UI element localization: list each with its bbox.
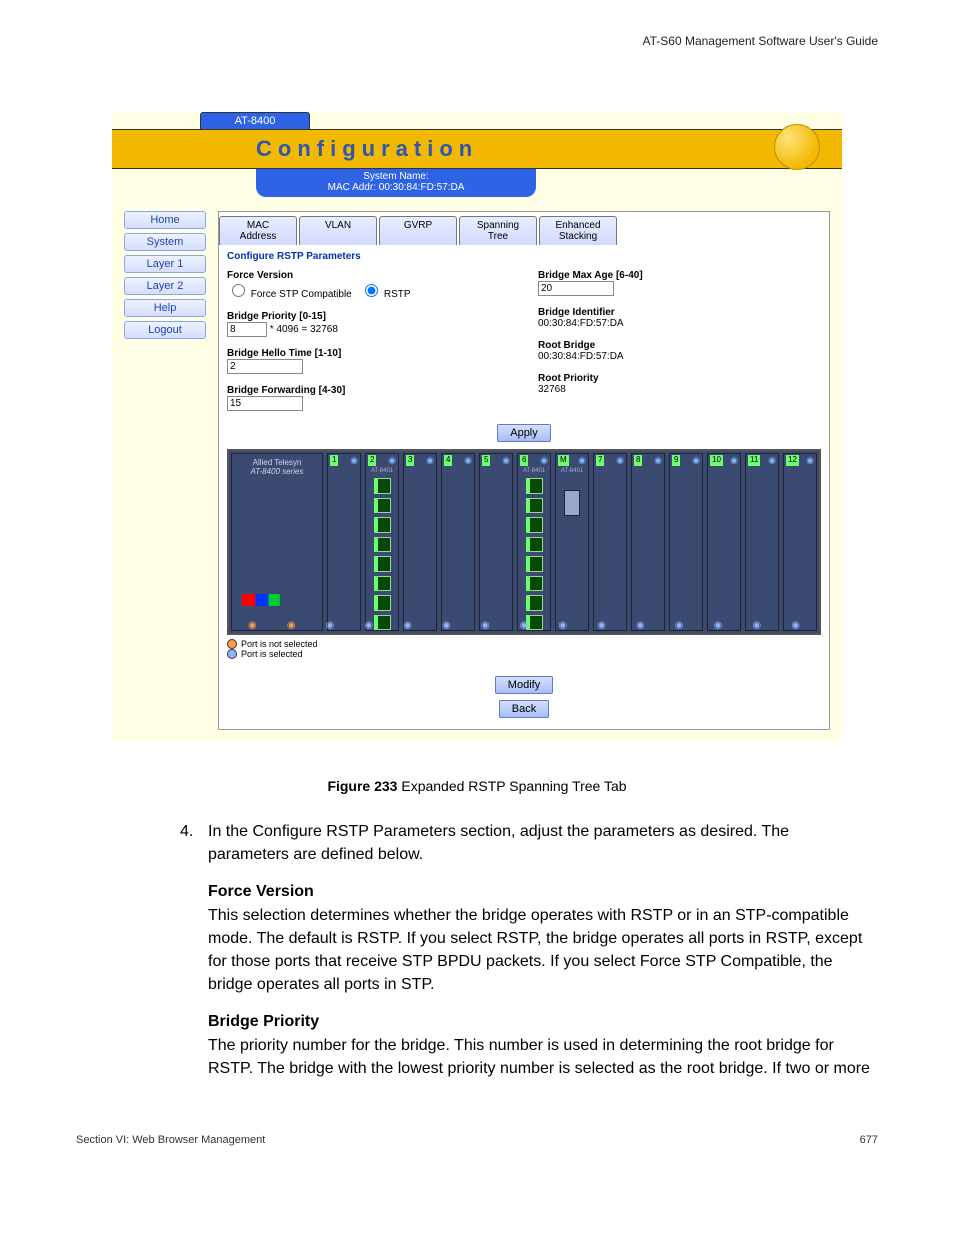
- hello-time-label: Bridge Hello Time [1-10]: [227, 348, 341, 359]
- tab-mac[interactable]: MAC Address: [219, 216, 297, 245]
- nav-layer1[interactable]: Layer 1: [124, 255, 206, 273]
- modify-button[interactable]: Modify: [495, 676, 553, 694]
- chassis-slot-9[interactable]: 8◉: [631, 453, 665, 631]
- chassis-slot-11[interactable]: 10◉: [707, 453, 741, 631]
- tab-stacking[interactable]: Enhanced Stacking: [539, 216, 617, 245]
- chassis-slot-8[interactable]: 7◉: [593, 453, 627, 631]
- chassis-slot-6[interactable]: 6◉ AT-8401: [517, 453, 551, 631]
- step-text: In the Configure RSTP Parameters section…: [208, 820, 870, 866]
- chassis-slot-12[interactable]: 11◉: [745, 453, 779, 631]
- tab-vlan[interactable]: VLAN: [299, 216, 377, 245]
- chassis-footer-leds: ◉◉◉◉ ◉◉◉◉ ◉◉◉◉ ◉◉◉: [229, 620, 819, 631]
- nav-home[interactable]: Home: [124, 211, 206, 229]
- nav-system[interactable]: System: [124, 233, 206, 251]
- footer-section: Section VI: Web Browser Management: [76, 1134, 265, 1146]
- hello-time-input[interactable]: [227, 359, 303, 374]
- max-age-input[interactable]: [538, 281, 614, 296]
- right-column: Bridge Max Age [6-40] Bridge Identifier …: [538, 270, 821, 411]
- back-button[interactable]: Back: [499, 700, 549, 718]
- footer-page: 677: [860, 1134, 878, 1146]
- root-bridge-label: Root Bridge: [538, 340, 595, 351]
- content-panel: MAC Address VLAN GVRP Spanning Tree Enha…: [218, 211, 830, 730]
- left-column: Force Version Force STP Compatible RSTP …: [227, 270, 510, 411]
- chassis-slot-1[interactable]: 1◉: [327, 453, 361, 631]
- chassis-diagram: Allied Telesyn AT-8400 series 1◉ 2◉ AT-8…: [227, 449, 821, 635]
- chassis-slot-13[interactable]: 12◉: [783, 453, 817, 631]
- force-version-label: Force Version: [227, 270, 293, 281]
- force-stp-radio[interactable]: Force STP Compatible: [227, 289, 355, 300]
- bridge-identifier-label: Bridge Identifier: [538, 307, 615, 318]
- section-title: Configure RSTP Parameters: [219, 245, 829, 270]
- force-version-text: This selection determines whether the br…: [208, 904, 870, 997]
- max-age-label: Bridge Max Age [6-40]: [538, 270, 643, 281]
- tab-gvrp[interactable]: GVRP: [379, 216, 457, 245]
- port-legend: Port is not selected Port is selected: [219, 635, 829, 663]
- config-title: Configuration: [256, 136, 478, 162]
- nav-layer2[interactable]: Layer 2: [124, 277, 206, 295]
- side-nav: Home System Layer 1 Layer 2 Help Logout: [124, 211, 206, 343]
- tab-row: MAC Address VLAN GVRP Spanning Tree Enha…: [219, 216, 829, 245]
- chassis-slot-3[interactable]: 3◉: [403, 453, 437, 631]
- bridge-forwarding-label: Bridge Forwarding [4-30]: [227, 385, 345, 396]
- system-name-bar: System Name: MAC Addr: 00:30:84:FD:57:DA: [256, 169, 536, 197]
- legend-dot-unselected-icon: [227, 639, 237, 649]
- force-version-heading: Force Version: [208, 880, 870, 903]
- bridge-priority-input[interactable]: [227, 322, 267, 337]
- config-screenshot: AT-8400 Configuration System Name: MAC A…: [112, 112, 842, 742]
- rstp-radio[interactable]: RSTP: [360, 289, 410, 300]
- root-bridge-value: 00:30:84:FD:57:DA: [538, 351, 624, 362]
- nav-help[interactable]: Help: [124, 299, 206, 317]
- config-title-bar: Configuration: [112, 129, 842, 169]
- priority-suffix: * 4096 = 32768: [270, 324, 338, 335]
- chassis-slot-4[interactable]: 4◉: [441, 453, 475, 631]
- root-priority-label: Root Priority: [538, 373, 599, 384]
- bridge-forwarding-input[interactable]: [227, 396, 303, 411]
- chassis-label-slot: Allied Telesyn AT-8400 series: [231, 453, 323, 631]
- figure-caption: Figure 233 Expanded RSTP Spanning Tree T…: [76, 778, 878, 794]
- chassis-slot-5[interactable]: 5◉: [479, 453, 513, 631]
- gear-icon: [774, 124, 820, 170]
- nav-logout[interactable]: Logout: [124, 321, 206, 339]
- chassis-slot-10[interactable]: 9◉: [669, 453, 703, 631]
- chassis-slot-7[interactable]: M◉ AT-8401: [555, 453, 589, 631]
- brand-logo-icon: [242, 594, 280, 606]
- legend-dot-selected-icon: [227, 649, 237, 659]
- tab-spanning[interactable]: Spanning Tree: [459, 216, 537, 245]
- step-number: 4.: [180, 820, 208, 1080]
- root-priority-value: 32768: [538, 384, 566, 395]
- chassis-slot-2[interactable]: 2◉ AT-8401: [365, 453, 399, 631]
- bridge-priority-heading: Bridge Priority: [208, 1010, 870, 1033]
- bridge-priority-text: The priority number for the bridge. This…: [208, 1034, 870, 1080]
- page-header: AT-S60 Management Software User's Guide: [76, 34, 878, 48]
- apply-button[interactable]: Apply: [497, 424, 551, 442]
- bridge-priority-label: Bridge Priority [0-15]: [227, 311, 326, 322]
- device-tab[interactable]: AT-8400: [200, 112, 310, 129]
- bridge-identifier-value: 00:30:84:FD:57:DA: [538, 318, 624, 329]
